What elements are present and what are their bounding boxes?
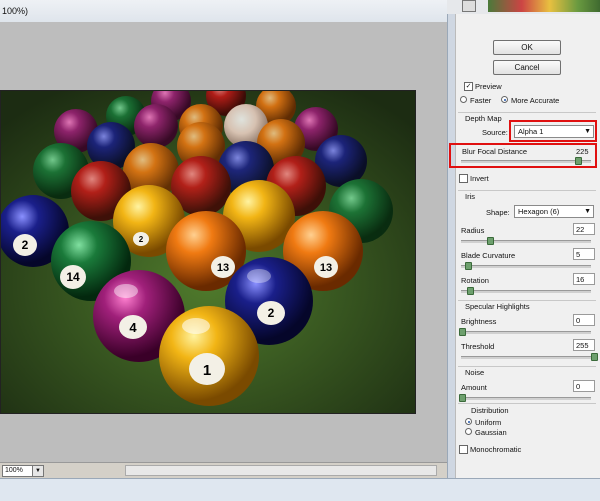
preview-checkbox[interactable]: ✓ xyxy=(464,82,473,91)
pool-balls-photo: 2 14 4 13 1 13 2 2 xyxy=(1,91,415,413)
shape-label: Shape: xyxy=(486,208,510,217)
distribution-label: Distribution xyxy=(471,406,509,415)
monochromatic-checkbox[interactable] xyxy=(459,445,468,454)
invert-label: Invert xyxy=(470,174,489,183)
threshold-slider-thumb[interactable] xyxy=(591,353,598,361)
uniform-label: Uniform xyxy=(475,418,502,427)
more-accurate-radio[interactable] xyxy=(501,96,508,103)
specular-highlights-heading: Specular Highlights xyxy=(465,302,530,311)
shape-select-value: Hexagon (6) xyxy=(518,207,560,216)
threshold-field[interactable]: 255 xyxy=(573,339,595,351)
ball-number: 1 xyxy=(203,362,211,379)
preview-image: 2 14 4 13 1 13 2 2 xyxy=(0,90,416,414)
rotation-slider-thumb[interactable] xyxy=(467,287,474,295)
threshold-label: Threshold xyxy=(461,342,495,351)
window-title: 100%) xyxy=(2,6,29,16)
divider xyxy=(458,403,596,404)
amount-slider-track xyxy=(461,397,591,400)
uniform-radio[interactable] xyxy=(465,418,472,425)
divider xyxy=(458,366,596,367)
top-thumbnail xyxy=(488,0,600,12)
noise-heading: Noise xyxy=(465,368,485,377)
ok-button[interactable]: OK xyxy=(493,40,561,55)
amount-slider-thumb[interactable] xyxy=(459,394,466,402)
divider xyxy=(458,300,596,301)
radius-field[interactable]: 22 xyxy=(573,223,595,235)
gaussian-radio[interactable] xyxy=(465,428,472,435)
radius-slider-thumb[interactable] xyxy=(487,237,494,245)
monochromatic-label: Monochromatic xyxy=(470,445,522,454)
zoom-dropdown-icon[interactable]: ▼ xyxy=(32,465,44,477)
ball-number: 2 xyxy=(268,306,275,320)
iris-heading: Iris xyxy=(465,192,475,201)
rotation-label: Rotation xyxy=(461,276,489,285)
radius-label: Radius xyxy=(461,226,485,235)
zoom-level-field[interactable]: 100% xyxy=(2,465,34,477)
window-titlebar: 100%) xyxy=(0,0,447,23)
brightness-label: Brightness xyxy=(461,317,497,326)
ball-number: 2 xyxy=(22,238,29,252)
tool-icon[interactable] xyxy=(462,0,476,12)
shape-select[interactable]: Hexagon (6) ▼ xyxy=(514,205,594,218)
gaussian-label: Gaussian xyxy=(475,428,507,437)
radius-slider-track xyxy=(461,240,591,243)
source-highlight-box xyxy=(509,120,597,142)
divider xyxy=(458,112,596,113)
blade-curvature-slider-thumb[interactable] xyxy=(465,262,472,270)
brightness-slider-track xyxy=(461,331,591,334)
blade-curvature-slider-track xyxy=(461,265,591,268)
ball-number: 2 xyxy=(139,235,144,244)
cancel-button[interactable]: Cancel xyxy=(493,60,561,75)
window-bottom-bar xyxy=(0,478,600,501)
depth-map-heading: Depth Map xyxy=(465,114,502,123)
chevron-down-icon: ▼ xyxy=(584,208,591,215)
ball-number: 13 xyxy=(320,262,332,274)
threshold-slider-track xyxy=(461,356,591,359)
brightness-field[interactable]: 0 xyxy=(573,314,595,326)
blade-curvature-field[interactable]: 5 xyxy=(573,248,595,260)
blade-curvature-label: Blade Curvature xyxy=(461,251,516,260)
blur-highlight-box xyxy=(449,143,597,168)
rotation-slider-track xyxy=(461,290,591,293)
preview-label: Preview xyxy=(475,82,502,91)
invert-checkbox[interactable] xyxy=(459,174,468,183)
brightness-slider-thumb[interactable] xyxy=(459,328,466,336)
faster-radio[interactable] xyxy=(460,96,467,103)
source-label: Source: xyxy=(482,128,508,137)
rotation-field[interactable]: 16 xyxy=(573,273,595,285)
amount-field[interactable]: 0 xyxy=(573,380,595,392)
ball-number: 14 xyxy=(66,270,80,284)
faster-label: Faster xyxy=(470,96,492,105)
ball-number: 4 xyxy=(129,320,137,335)
amount-label: Amount xyxy=(461,383,487,392)
horizontal-scrollbar[interactable] xyxy=(125,465,437,476)
ball-number: 13 xyxy=(217,262,229,274)
more-accurate-label: More Accurate xyxy=(511,96,560,105)
divider xyxy=(458,190,596,191)
